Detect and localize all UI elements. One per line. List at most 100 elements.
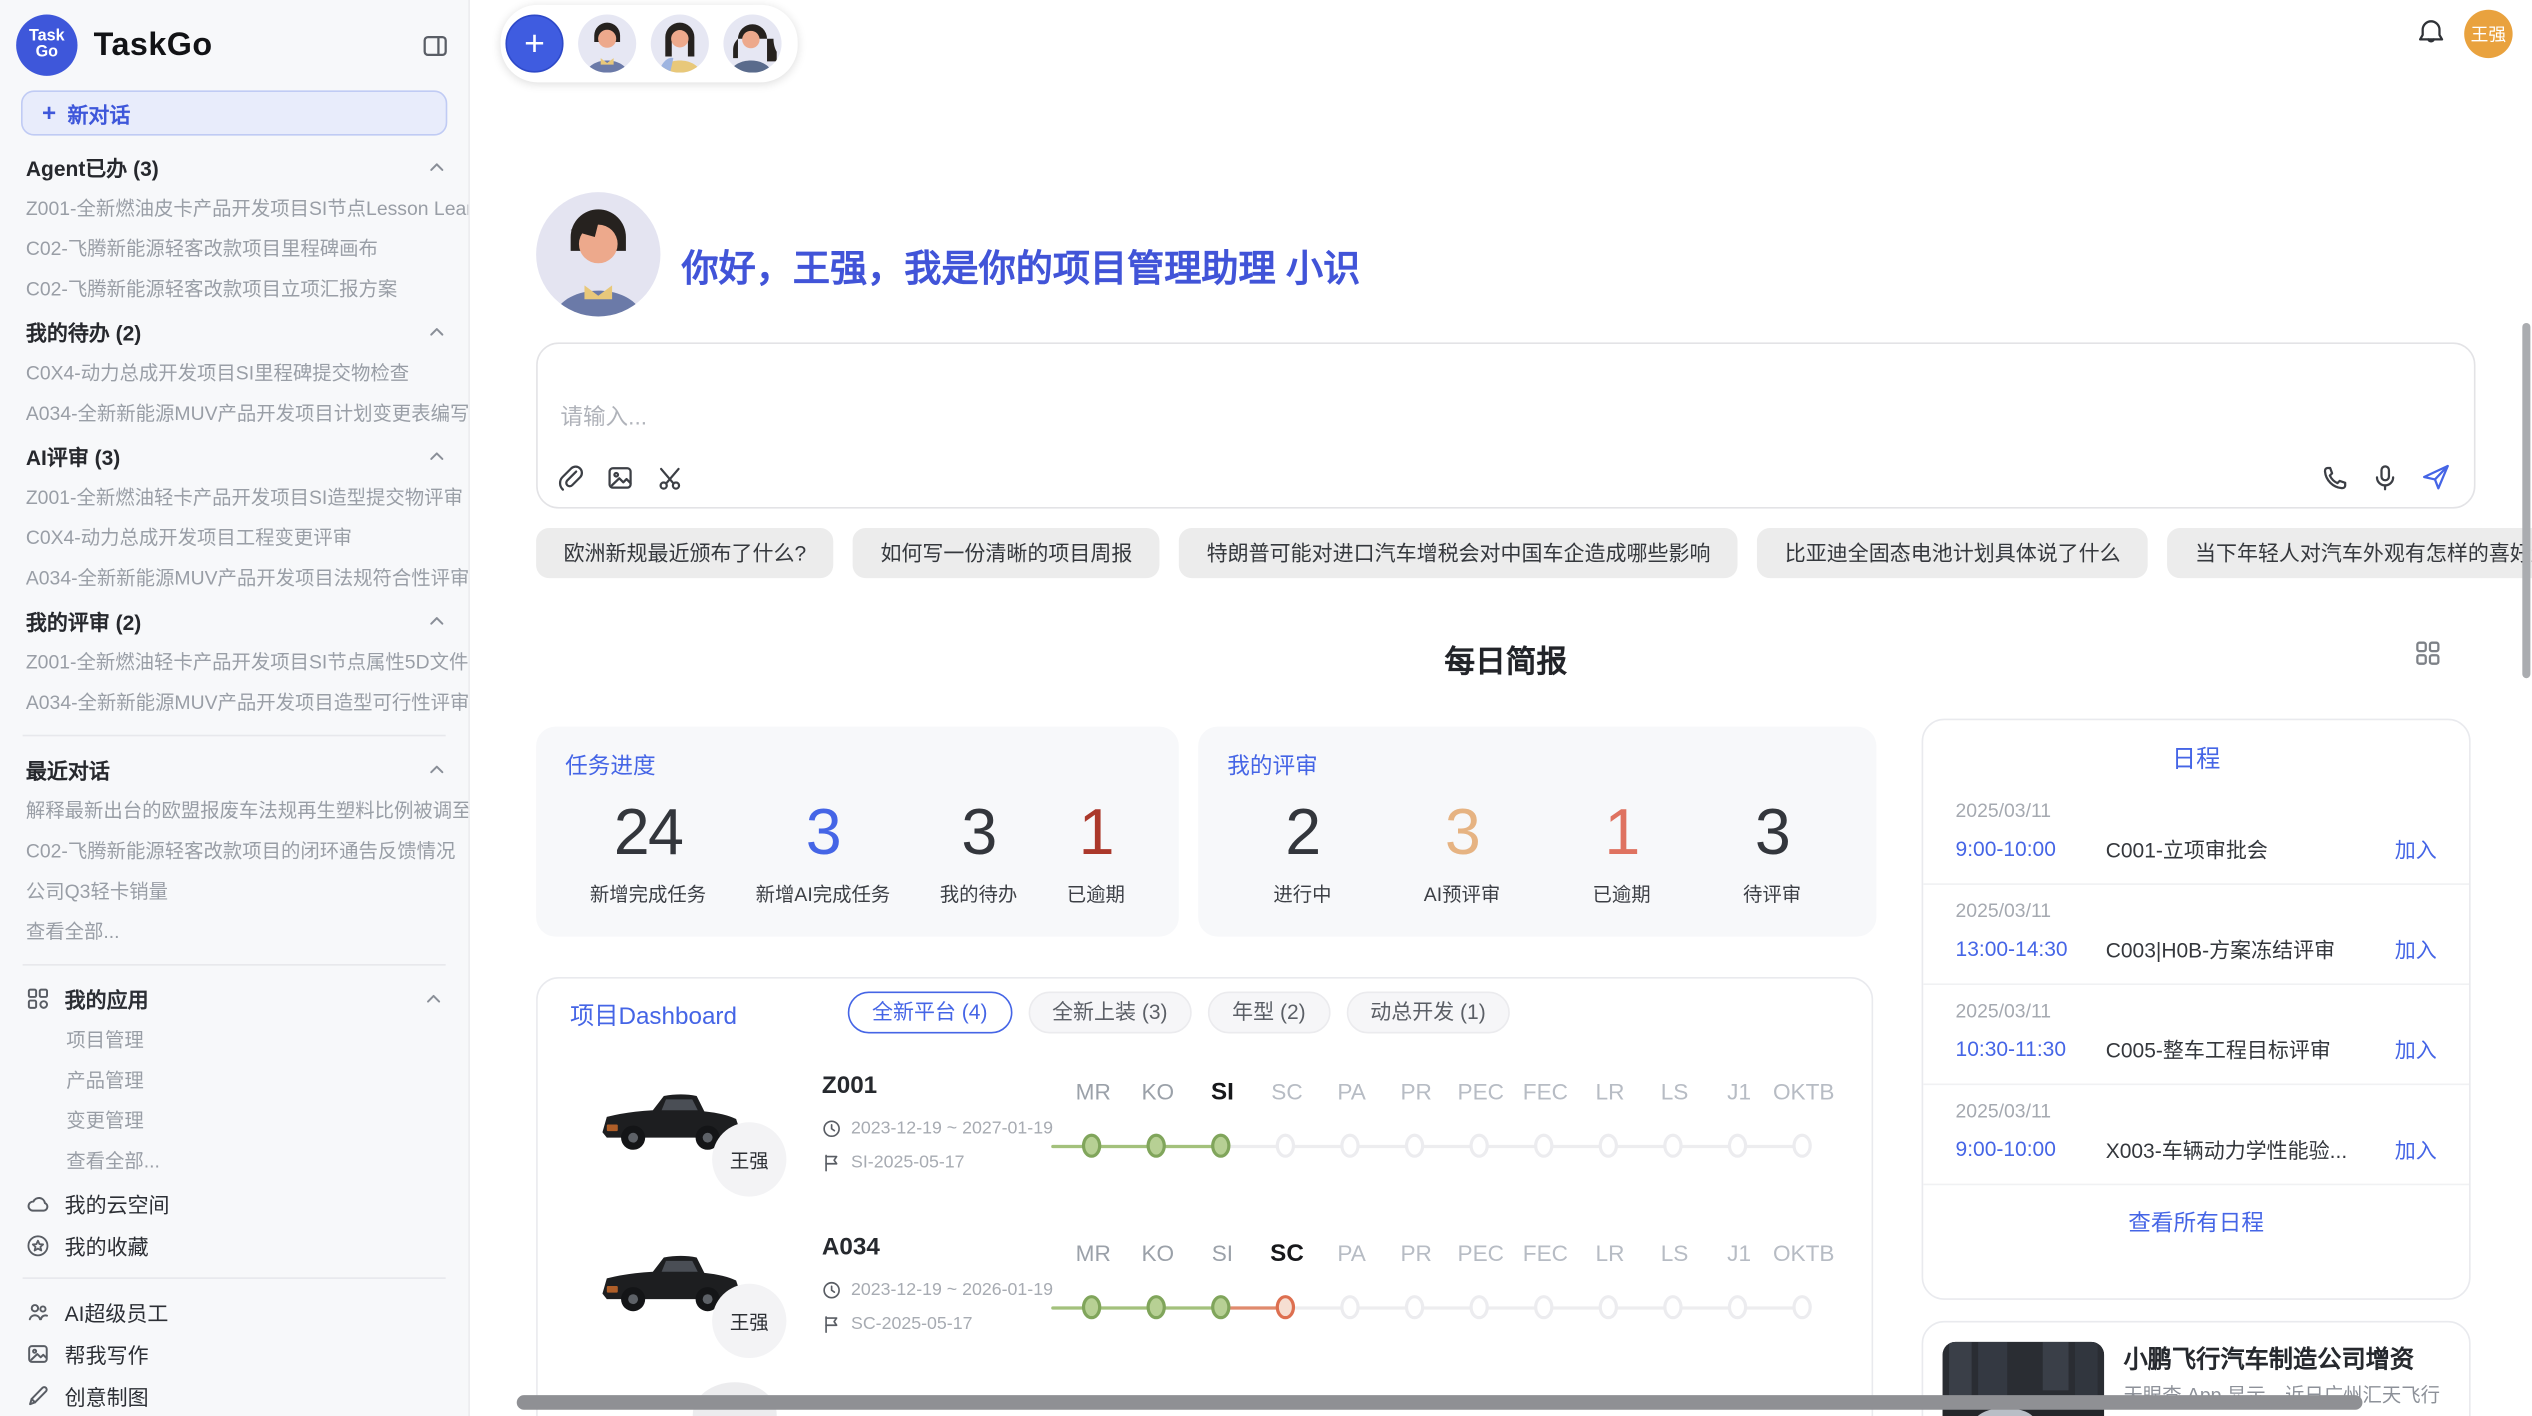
user-avatar[interactable]: 王强	[2464, 10, 2512, 58]
sidebar-section-header[interactable]: AI评审 (3)	[0, 434, 468, 478]
sidebar-item[interactable]: 查看全部...	[0, 912, 468, 952]
sidebar-section-header[interactable]: 我的评审 (2)	[0, 599, 468, 643]
join-meeting-link[interactable]: 加入	[2395, 1033, 2437, 1064]
agent-avatar-3[interactable]	[723, 15, 781, 73]
stat-value: 1	[1593, 798, 1651, 871]
suggestion-chip[interactable]: 比亚迪全固态电池计划具体说了什么	[1757, 528, 2148, 578]
chevron-up-icon[interactable]	[425, 990, 443, 1008]
project-code: Z001	[822, 1072, 877, 1099]
project-row[interactable]: 王强 Z001 2023-12-19 ~ 2027-01-19 SI-2025-05-…	[538, 1053, 1873, 1214]
project-date-range: 2023-12-19 ~ 2027-01-19	[851, 1119, 1053, 1138]
sidebar-item[interactable]: Z001-全新燃油皮卡产品开发项目SI节点Lesson Learn报告	[0, 189, 468, 229]
sidebar-app-item[interactable]: 项目管理	[0, 1021, 468, 1061]
view-all-schedule-link[interactable]: 查看所有日程	[1923, 1185, 2469, 1259]
project-owner-badge: 王强	[712, 1122, 786, 1196]
people-icon	[26, 1299, 50, 1323]
dashboard-tab[interactable]: 全新上装 (3)	[1028, 991, 1192, 1033]
sidebar-divider	[23, 735, 446, 737]
my-review-card: 我的评审2进行中3AI预评审1已逾期3待评审	[1198, 727, 1876, 937]
dashboard-tab[interactable]: 动总开发 (1)	[1346, 991, 1510, 1033]
sidebar-item[interactable]: A034-全新新能源MUV产品开发项目计划变更表编写	[0, 394, 468, 434]
milestone-label: MR	[1061, 1240, 1126, 1266]
sidebar-item[interactable]: A034-全新新能源MUV产品开发项目法规符合性评审	[0, 559, 468, 599]
stat-item: 24新增完成任务	[590, 798, 706, 908]
milestone-dot	[1276, 1295, 1295, 1319]
sidebar-item[interactable]: 解释最新出台的欧盟报废车法规再生塑料比例被调至15%...	[0, 791, 468, 831]
logo-text-bottom: Go	[36, 45, 58, 62]
agent-avatar-2[interactable]	[651, 15, 709, 73]
sidebar-item[interactable]: C02-飞腾新能源轻客改款项目的闭环通告反馈情况	[0, 832, 468, 872]
suggestion-chip[interactable]: 特朗普可能对进口汽车增税会对中国车企造成哪些影响	[1179, 528, 1738, 578]
dashboard-tab[interactable]: 年型 (2)	[1208, 991, 1330, 1033]
sidebar-item[interactable]: 公司Q3轻卡销量	[0, 872, 468, 912]
vertical-scrollbar-thumb[interactable]	[2522, 323, 2530, 678]
milestone-label: SC	[1255, 1240, 1320, 1267]
chevron-up-icon[interactable]	[428, 612, 446, 630]
chevron-up-icon[interactable]	[428, 323, 446, 341]
project-row[interactable]: 王强A0342023-12-19 ~ 2026-01-19SC-2025-05-…	[538, 1214, 1873, 1375]
chevron-up-icon[interactable]	[428, 158, 446, 176]
milestone-label: FEC	[1513, 1240, 1578, 1266]
scissors-icon[interactable]	[656, 463, 685, 492]
event-title: C003|H0B-方案冻结评审	[2106, 933, 2395, 964]
sidebar-item[interactable]: C0X4-动力总成开发项目SI里程碑提交物检查	[0, 354, 468, 394]
sidebar-item-my-apps[interactable]: 我的应用	[0, 977, 468, 1021]
dashboard-tab[interactable]: 全新平台 (4)	[848, 991, 1012, 1033]
milestone-label: KO	[1126, 1079, 1191, 1105]
image-upload-icon[interactable]	[606, 463, 635, 492]
attachment-icon[interactable]	[555, 463, 584, 492]
sidebar-item-star[interactable]: 我的收藏	[0, 1224, 468, 1266]
join-meeting-link[interactable]: 加入	[2395, 1134, 2437, 1165]
suggestion-chip[interactable]: 如何写一份清晰的项目周报	[853, 528, 1160, 578]
sidebar-item[interactable]: C02-飞腾新能源轻客改款项目里程碑画布	[0, 229, 468, 269]
send-icon[interactable]	[2421, 462, 2452, 493]
layout-grid-icon[interactable]	[2414, 639, 2441, 666]
sidebar-item[interactable]: Z001-全新燃油轻卡产品开发项目SI节点属性5D文件评审	[0, 643, 468, 683]
stat-item: 1已逾期	[1067, 798, 1125, 908]
chevron-up-icon[interactable]	[428, 447, 446, 465]
add-agent-button[interactable]: +	[505, 15, 563, 73]
sidebar-app-item[interactable]: 变更管理	[0, 1101, 468, 1141]
sidebar-app-item[interactable]: 查看全部...	[0, 1142, 468, 1182]
assistant-avatar	[536, 192, 660, 316]
milestone-dot	[1534, 1295, 1553, 1319]
sidebar-item[interactable]: A034-全新新能源MUV产品开发项目造型可行性评审	[0, 683, 468, 723]
sidebar-item[interactable]: C02-飞腾新能源轻客改款项目立项汇报方案	[0, 270, 468, 310]
agent-toolbar: +	[501, 5, 798, 83]
chat-input[interactable]	[557, 402, 2017, 431]
notification-bell-icon[interactable]	[2416, 18, 2447, 49]
suggestion-chip[interactable]: 当下年轻人对汽车外观有怎样的喜好趋势	[2168, 528, 2532, 578]
dashboard-title: 项目Dashboard	[570, 998, 737, 1032]
sidebar-section-header[interactable]: Agent已办 (3)	[0, 145, 468, 189]
sidebar-item-cloud[interactable]: 我的云空间	[0, 1182, 468, 1224]
sidebar-item-ai-tool[interactable]: 帮我写作	[0, 1332, 468, 1374]
sidebar-item[interactable]: C0X4-动力总成开发项目工程变更评审	[0, 518, 468, 558]
sidebar-item[interactable]: Z001-全新燃油轻卡产品开发项目SI造型提交物评审	[0, 478, 468, 518]
event-row: 9:00-10:00C001-立项审批会加入	[1956, 833, 2437, 864]
join-meeting-link[interactable]: 加入	[2395, 933, 2437, 964]
join-meeting-link[interactable]: 加入	[2395, 833, 2437, 864]
sidebar-collapse-icon[interactable]	[421, 31, 448, 58]
sidebar-section-header[interactable]: 最近对话	[0, 748, 468, 792]
schedule-card: 日程 2025/03/119:00-10:00C001-立项审批会加入2025/…	[1922, 719, 2471, 1300]
sidebar-section-label: 最近对话	[26, 754, 110, 785]
project-flag-label: SI-2025-05-17	[851, 1153, 965, 1172]
milestone-label: SI	[1190, 1079, 1255, 1106]
sidebar-item-ai-tool[interactable]: 创意制图	[0, 1374, 468, 1416]
suggestion-chip[interactable]: 欧洲新规最近颁布了什么?	[536, 528, 834, 578]
sidebar-app-item[interactable]: 产品管理	[0, 1061, 468, 1101]
chevron-up-icon[interactable]	[428, 761, 446, 779]
microphone-icon[interactable]	[2371, 463, 2400, 492]
milestone-label: FEC	[1513, 1079, 1578, 1105]
stat-label: 已逾期	[1593, 880, 1651, 907]
suggestion-chips: 欧洲新规最近颁布了什么? 如何写一份清晰的项目周报特朗普可能对进口汽车增税会对中国…	[536, 528, 2532, 578]
milestone-label: PA	[1319, 1079, 1384, 1105]
sidebar-section-header[interactable]: 我的待办 (2)	[0, 310, 468, 354]
milestone-dot	[1405, 1295, 1424, 1319]
phone-icon[interactable]	[2320, 463, 2349, 492]
sidebar-item-ai-tool[interactable]: AI超级员工	[0, 1290, 468, 1332]
new-chat-button[interactable]: + 新对话	[21, 90, 447, 135]
horizontal-scrollbar-thumb[interactable]	[517, 1395, 2363, 1410]
agent-avatar-1[interactable]	[578, 15, 636, 73]
project-date-range: 2023-12-19 ~ 2026-01-19	[851, 1281, 1053, 1300]
